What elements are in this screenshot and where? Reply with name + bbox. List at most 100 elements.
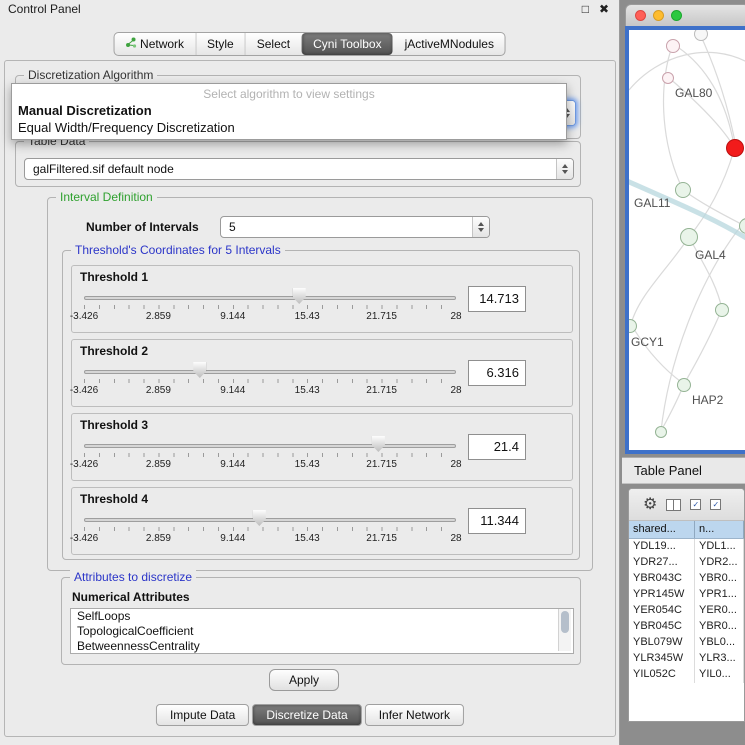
column-header-name[interactable]: n... (695, 521, 744, 538)
threshold-label: Threshold 2 (80, 344, 148, 358)
table-cell: YDL19... (629, 539, 695, 555)
list-item[interactable]: TopologicalCoefficient (71, 624, 573, 639)
table-rows: YDL19...YDL1...YDR27...YDR2...YBR043CYBR… (629, 539, 744, 683)
slider-thumb[interactable] (193, 362, 206, 378)
network-canvas[interactable]: GAL80GAL11GAL4GCY1HAP2 (629, 30, 745, 450)
tab-jactivemodules[interactable]: jActiveMNodules (393, 33, 505, 55)
gear-icon[interactable]: ⚙ (643, 497, 657, 513)
tab-infer-network[interactable]: Infer Network (365, 704, 464, 726)
close-traffic-light-icon[interactable] (635, 10, 646, 21)
threshold-panel: Threshold 4 -3.426 2.859 9.144 15.43 21.… (71, 487, 573, 555)
option-equal-width-frequency[interactable]: Equal Width/Frequency Discretization (12, 119, 566, 136)
tick-label: 28 (450, 385, 461, 396)
show-columns-icon[interactable] (666, 499, 681, 511)
slider-tick-labels: -3.426 2.859 9.144 15.43 21.715 28 (84, 385, 456, 397)
network-node[interactable] (726, 139, 744, 157)
tick-label: 21.715 (366, 311, 397, 322)
tab-network[interactable]: Network (114, 33, 195, 55)
table-row[interactable]: YBR045CYBR0... (629, 619, 744, 635)
slider-tick-marks (84, 527, 456, 531)
checkbox-icon[interactable]: ✓ (710, 499, 721, 510)
number-of-intervals-combobox[interactable]: 5 (220, 216, 490, 238)
list-scrollbar[interactable] (558, 609, 571, 651)
tick-label: 28 (450, 533, 461, 544)
checkbox-icon[interactable]: ✓ (690, 499, 701, 510)
table-cell: YLR345W (629, 651, 695, 667)
tick-label: 15.43 (295, 459, 320, 470)
threshold-slider[interactable]: -3.426 2.859 9.144 15.43 21.715 28 (84, 360, 456, 406)
column-header-shared-name[interactable]: shared... (629, 521, 695, 538)
tick-label: 21.715 (366, 459, 397, 470)
minimize-traffic-light-icon[interactable] (653, 10, 664, 21)
slider-tick-marks (84, 305, 456, 309)
table-row[interactable]: YDR27...YDR2... (629, 555, 744, 571)
tab-impute-data[interactable]: Impute Data (156, 704, 249, 726)
option-manual-discretization[interactable]: Manual Discretization (12, 102, 566, 119)
table-row[interactable]: YBR043CYBR0... (629, 571, 744, 587)
table-panel-title: Table Panel (634, 463, 702, 478)
float-window-icon[interactable]: □ (582, 0, 589, 18)
tick-label: 2.859 (146, 385, 171, 396)
slider-tick-marks (84, 453, 456, 457)
network-node[interactable] (662, 72, 674, 84)
close-icon[interactable]: ✖ (599, 0, 609, 18)
scrollbar-thumb[interactable] (561, 611, 569, 633)
table-cell: YBL0... (695, 635, 744, 651)
table-cell: YDR27... (629, 555, 695, 571)
table-row[interactable]: YDL19...YDL1... (629, 539, 744, 555)
threshold-value-field[interactable]: 21.4 (468, 434, 526, 460)
network-node[interactable] (675, 182, 691, 198)
network-node[interactable] (715, 303, 729, 317)
table-row[interactable]: YER054CYER0... (629, 603, 744, 619)
threshold-value-field[interactable]: 11.344 (468, 508, 526, 534)
threshold-label: Threshold 4 (80, 492, 148, 506)
list-item[interactable]: BetweennessCentrality (71, 639, 573, 654)
threshold-label: Threshold 3 (80, 418, 148, 432)
tab-style[interactable]: Style (195, 33, 245, 55)
slider-thumb[interactable] (372, 436, 385, 452)
tab-network-label: Network (140, 37, 184, 51)
slider-track (84, 518, 456, 522)
tick-label: 2.859 (146, 311, 171, 322)
slider-thumb[interactable] (253, 510, 266, 526)
threshold-slider[interactable]: -3.426 2.859 9.144 15.43 21.715 28 (84, 286, 456, 332)
attributes-to-discretize-group: Attributes to discretize Numerical Attri… (61, 577, 581, 665)
thresholds-coordinates-group: Threshold's Coordinates for 5 Intervals … (62, 250, 580, 560)
table-row[interactable]: YBL079WYBL0... (629, 635, 744, 651)
apply-button[interactable]: Apply (269, 669, 339, 691)
table-row[interactable]: YIL052CYIL0... (629, 667, 744, 683)
threshold-value-field[interactable]: 14.713 (468, 286, 526, 312)
tab-cyni-toolbox[interactable]: Cyni Toolbox (301, 33, 392, 55)
algorithm-placeholder-option: Select algorithm to view settings (12, 86, 566, 102)
tick-label: 9.144 (220, 311, 245, 322)
table-data-combobox[interactable]: galFiltered.sif default node (24, 158, 574, 180)
threshold-slider[interactable]: -3.426 2.859 9.144 15.43 21.715 28 (84, 508, 456, 554)
node-label: GCY1 (631, 335, 664, 349)
table-toolbar: ⚙ ✓ ✓ (629, 489, 744, 521)
threshold-panel: Threshold 1 -3.426 2.859 9.144 15.43 21.… (71, 265, 573, 333)
network-node[interactable] (680, 228, 698, 246)
threshold-value-field[interactable]: 6.316 (468, 360, 526, 386)
tick-label: -3.426 (70, 533, 98, 544)
table-row[interactable]: YLR345WYLR3... (629, 651, 744, 667)
slider-thumb[interactable] (293, 288, 306, 304)
zoom-traffic-light-icon[interactable] (671, 10, 682, 21)
tick-label: -3.426 (70, 311, 98, 322)
tab-select[interactable]: Select (245, 33, 301, 55)
network-window-titlebar[interactable] (625, 4, 745, 26)
threshold-slider[interactable]: -3.426 2.859 9.144 15.43 21.715 28 (84, 434, 456, 480)
tick-label: 28 (450, 311, 461, 322)
network-node[interactable] (655, 426, 667, 438)
control-panel-titlebar: Control Panel □ ✖ (0, 0, 619, 18)
tick-label: 15.43 (295, 533, 320, 544)
network-node[interactable] (677, 378, 691, 392)
numerical-attributes-list[interactable]: SelfLoopsTopologicalCoefficientBetweenne… (70, 608, 574, 654)
tick-label: 9.144 (220, 385, 245, 396)
network-node[interactable] (694, 27, 708, 41)
tab-discretize-data[interactable]: Discretize Data (252, 704, 361, 726)
table-row[interactable]: YPR145WYPR1... (629, 587, 744, 603)
interval-definition-group: Interval Definition Number of Intervals … (47, 197, 593, 571)
table-panel-titlebar[interactable]: Table Panel (622, 457, 745, 484)
network-node[interactable] (666, 39, 680, 53)
list-item[interactable]: SelfLoops (71, 609, 573, 624)
